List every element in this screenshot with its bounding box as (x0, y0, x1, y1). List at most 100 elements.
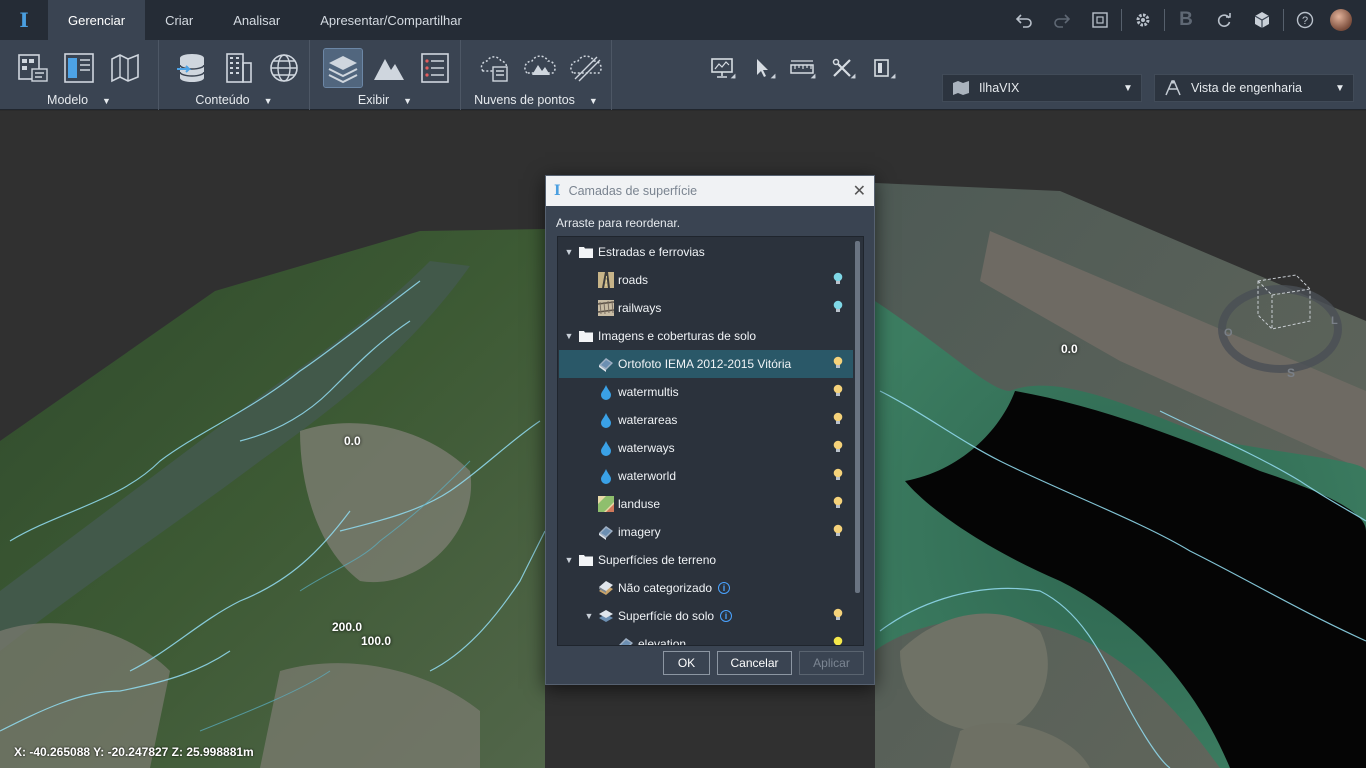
globe-icon[interactable] (265, 49, 303, 87)
database-icon[interactable] (173, 49, 211, 87)
contour-label: 0.0 (1061, 342, 1078, 356)
close-icon[interactable]: ✕ (853, 181, 866, 201)
expand-toggle-icon[interactable]: ▼ (581, 611, 597, 621)
view-select[interactable]: Vista de engenharia ▼ (1154, 74, 1354, 102)
help-icon[interactable]: ? (1286, 0, 1324, 40)
railways-icon (597, 300, 615, 316)
cube-icon[interactable] (1243, 0, 1281, 40)
compass-west-label: O (1224, 327, 1233, 339)
visibility-bulb-icon[interactable] (833, 440, 843, 456)
surface-icon (597, 608, 615, 624)
undo-icon[interactable] (1005, 0, 1043, 40)
navigation-cube[interactable]: O L S (1218, 261, 1342, 385)
tools-icon[interactable] (824, 50, 860, 86)
layer-row[interactable]: waterways (559, 434, 853, 462)
water-icon (597, 384, 615, 400)
layer-row[interactable]: railways (559, 294, 853, 322)
ribbon-group-conteudo-label[interactable]: Conteúdo ▼ (159, 93, 309, 107)
layer-label: landuse (618, 497, 661, 511)
model-properties-icon[interactable] (14, 49, 52, 87)
list-icon[interactable] (416, 49, 454, 87)
layer-row[interactable]: imagery (559, 518, 853, 546)
engineering-view-icon (1155, 79, 1191, 97)
model-panel-icon[interactable] (60, 49, 98, 87)
toolbar-divider (1283, 9, 1284, 31)
compass-east-label: L (1331, 315, 1338, 327)
layer-label: Imagens e coberturas de solo (598, 329, 757, 343)
redo-icon[interactable] (1043, 0, 1081, 40)
dialog-title-bar[interactable]: I Camadas de superfície ✕ (546, 176, 874, 206)
ribbon-group-exibir-label[interactable]: Exibir ▼ (310, 93, 460, 107)
terrain-icon (597, 580, 615, 596)
point-cloud-icon[interactable] (475, 49, 513, 87)
terrain-icon[interactable] (370, 49, 408, 87)
layer-group-row[interactable]: ▼ Estradas e ferrovias (559, 238, 853, 266)
visibility-bulb-icon[interactable] (833, 300, 843, 316)
dialog-title: Camadas de superfície (568, 184, 698, 198)
section-icon[interactable] (864, 50, 900, 86)
svg-text:?: ? (1302, 15, 1308, 27)
tab-gerenciar[interactable]: Gerenciar (48, 0, 146, 40)
toolbar-divider (1121, 9, 1122, 31)
surface-layers-icon[interactable] (323, 48, 363, 88)
info-icon[interactable]: i (720, 610, 733, 622)
tree-scrollbar[interactable] (855, 241, 860, 593)
buildings-icon[interactable] (219, 49, 257, 87)
visibility-bulb-icon[interactable] (833, 608, 843, 624)
layer-row[interactable]: roads (559, 266, 853, 294)
layer-group-row[interactable]: ▼ Imagens e coberturas de solo (559, 322, 853, 350)
roads-icon (597, 272, 615, 288)
sync-icon[interactable] (1205, 0, 1243, 40)
cancel-button[interactable]: Cancelar (717, 651, 792, 675)
layer-row[interactable]: Não categorizado i (559, 574, 853, 602)
project-select[interactable]: IlhaVIX ▼ (942, 74, 1142, 102)
imagery-icon (617, 636, 635, 645)
visibility-bulb-icon[interactable] (833, 356, 843, 372)
tab-apresentar-compartilhar[interactable]: Apresentar/Compartilhar (300, 0, 482, 40)
display-icon[interactable] (704, 50, 740, 86)
expand-toggle-icon[interactable]: ▼ (561, 331, 577, 341)
tab-analisar[interactable]: Analisar (213, 0, 300, 40)
expand-toggle-icon[interactable]: ▼ (561, 555, 577, 565)
visibility-bulb-icon[interactable] (833, 272, 843, 288)
visibility-bulb-icon[interactable] (833, 496, 843, 512)
point-cloud-slice-icon[interactable] (567, 49, 605, 87)
layer-label: Superfícies de terreno (598, 553, 717, 567)
layer-label: waterways (618, 441, 675, 455)
layer-row[interactable]: landuse (559, 490, 853, 518)
settings-icon[interactable] (1124, 0, 1162, 40)
layer-label: Superfície do solo (618, 609, 715, 623)
layer-row[interactable]: Ortofoto IEMA 2012-2015 Vitória (559, 350, 853, 378)
layer-row[interactable]: ▼ Superfície do solo i (559, 602, 853, 630)
app-logo[interactable]: I (0, 0, 48, 40)
fit-view-icon[interactable] (1081, 0, 1119, 40)
visibility-bulb-icon[interactable] (833, 524, 843, 540)
expand-toggle-icon[interactable]: ▼ (561, 247, 577, 257)
point-cloud-terrain-icon[interactable] (521, 49, 559, 87)
layer-row[interactable]: watermultis (559, 378, 853, 406)
layer-row[interactable]: waterworld (559, 462, 853, 490)
layer-tree[interactable]: ▼ Estradas e ferrovias roads railways ▼ Image… (557, 236, 864, 646)
measure-icon[interactable] (784, 50, 820, 86)
visibility-bulb-icon[interactable] (833, 384, 843, 400)
select-icon[interactable] (744, 50, 780, 86)
layer-row[interactable]: waterareas (559, 406, 853, 434)
visibility-bulb-icon[interactable] (833, 636, 843, 645)
user-avatar[interactable] (1330, 9, 1352, 31)
tab-criar[interactable]: Criar (145, 0, 213, 40)
layer-label: Ortofoto IEMA 2012-2015 Vitória (618, 357, 792, 371)
layer-group-row[interactable]: ▼ Superfícies de terreno (559, 546, 853, 574)
bentley-icon[interactable]: B (1167, 0, 1205, 40)
model-map-icon[interactable] (106, 49, 144, 87)
ribbon-group-nuvens-label[interactable]: Nuvens de pontos ▼ (461, 93, 611, 107)
layer-row[interactable]: elevation (559, 630, 853, 645)
layer-label: roads (618, 273, 649, 287)
apply-button[interactable]: Aplicar (799, 651, 864, 675)
layer-label: Estradas e ferrovias (598, 245, 705, 259)
info-icon[interactable]: i (718, 582, 731, 594)
visibility-bulb-icon[interactable] (833, 468, 843, 484)
visibility-bulb-icon[interactable] (833, 412, 843, 428)
layer-label: waterareas (618, 413, 678, 427)
ribbon-group-modelo-label[interactable]: Modelo ▼ (0, 93, 158, 107)
ok-button[interactable]: OK (663, 651, 710, 675)
